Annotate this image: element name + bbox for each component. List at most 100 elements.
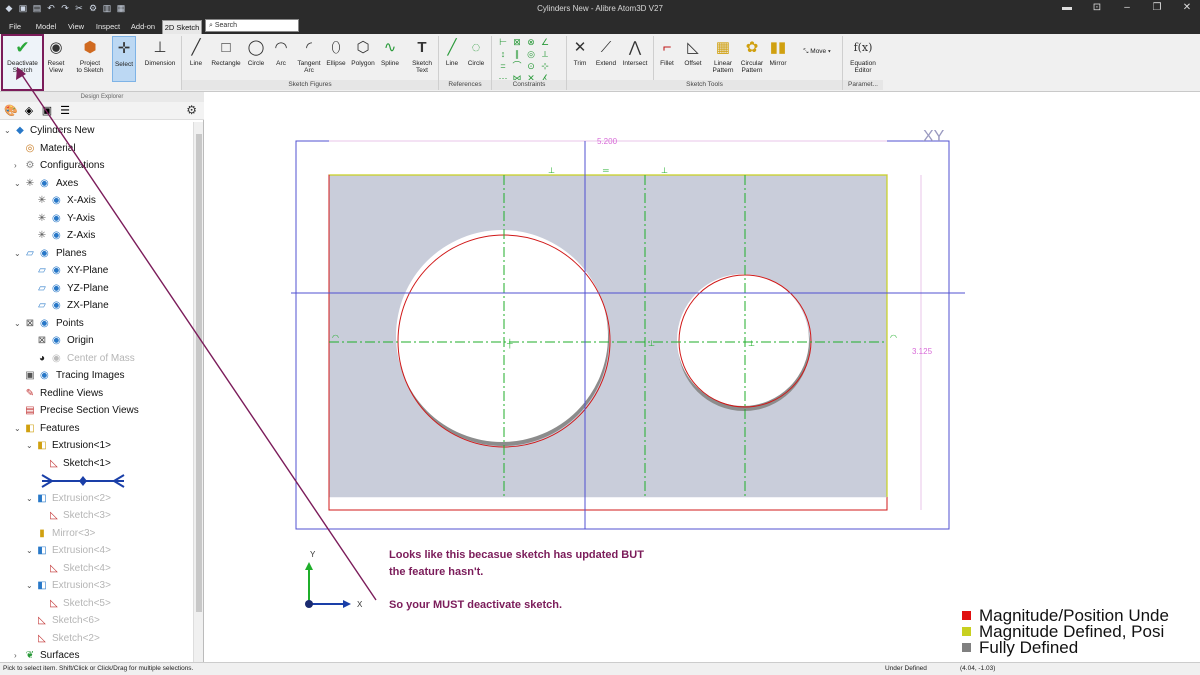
tab-inspect[interactable]: Inspect: [92, 20, 124, 34]
constraint-symbol[interactable]: ◠: [890, 333, 897, 342]
midpoint-constraint-icon[interactable]: ⊙: [524, 61, 538, 71]
tab-file[interactable]: File: [4, 20, 26, 34]
constraint-symbol[interactable]: ⊥: [648, 339, 655, 348]
line-button[interactable]: ╱ Line: [185, 36, 207, 82]
select-button[interactable]: ✛ Select: [112, 36, 136, 82]
rollback-bar[interactable]: [0, 472, 192, 490]
tree-item-planes[interactable]: ⌄ ▱ ◉ Planes: [0, 245, 192, 263]
linear-pattern-button[interactable]: ▦ Linear Pattern: [710, 36, 736, 82]
eye-icon[interactable]: ◉: [52, 350, 64, 368]
chevron-down-icon[interactable]: ⌄: [26, 577, 34, 595]
tree-item-sketch-6[interactable]: ◺ Sketch<6>: [0, 612, 192, 630]
eye-icon[interactable]: ◉: [52, 210, 64, 228]
tree-item-yz-plane[interactable]: ▱ ◉ YZ-Plane: [0, 280, 192, 298]
sketch-drawing[interactable]: XY 5.200 3.125 ⊥ ═ ⊥ ◠ ◠ ┼ ⊥ ⊥ Y X: [205, 92, 1200, 662]
chevron-down-icon[interactable]: ⌄: [14, 420, 22, 438]
eye-icon[interactable]: ◉: [52, 332, 64, 350]
restore-icon[interactable]: ⊡: [1090, 2, 1104, 13]
tree-item-extrusion-4[interactable]: ⌄ ◧ Extrusion<4>: [0, 542, 192, 560]
circle-button[interactable]: ◯ Circle: [245, 36, 267, 82]
tree-item-sketch-3[interactable]: ◺ Sketch<3>: [0, 507, 192, 525]
tree-item-y-axis[interactable]: ✳ ◉ Y-Axis: [0, 210, 192, 228]
scrollbar-thumb[interactable]: [196, 134, 202, 612]
eye-icon[interactable]: ◉: [52, 280, 64, 298]
fix-constraint-icon[interactable]: ⊗: [524, 37, 538, 47]
rollback-bar-icon[interactable]: [0, 472, 192, 489]
tree-item-zx-plane[interactable]: ▱ ◉ ZX-Plane: [0, 297, 192, 315]
arc-button[interactable]: ◠ Arc: [270, 36, 292, 82]
tree-item-sketch-5[interactable]: ◺ Sketch<5>: [0, 595, 192, 613]
perpendicular-constraint-icon[interactable]: ⟂: [538, 49, 552, 59]
dimension-button[interactable]: ⊥ Dimension: [142, 36, 178, 82]
concentric-constraint-icon[interactable]: ◎: [524, 49, 538, 59]
width-dimension[interactable]: 5.200: [597, 137, 618, 146]
equal-constraint-icon[interactable]: =: [496, 61, 510, 71]
equation-editor-button[interactable]: f(x) Equation Editor: [846, 36, 880, 82]
vertical-constraint-icon[interactable]: ↕: [496, 49, 510, 59]
tree-item-configurations[interactable]: › ⚙ Configurations: [0, 157, 192, 175]
parallel-constraint-icon[interactable]: ∥: [510, 49, 524, 59]
eye-icon[interactable]: ◉: [40, 245, 52, 263]
tree-item-precise-section-views[interactable]: ▤ Precise Section Views: [0, 402, 192, 420]
constraint-symbol[interactable]: ⊥: [548, 166, 555, 175]
minimize-icon[interactable]: –: [1120, 2, 1134, 13]
move-button[interactable]: ⤡ Move ▾: [797, 48, 837, 62]
extend-button[interactable]: ⟋ Extend: [593, 36, 619, 82]
trim-button[interactable]: ✕ Trim: [569, 36, 591, 82]
chevron-down-icon[interactable]: ⌄: [26, 490, 34, 508]
tree-item-x-axis[interactable]: ✳ ◉ X-Axis: [0, 192, 192, 210]
lock-constraint-icon[interactable]: ⊠: [510, 37, 524, 47]
tab-model[interactable]: Model: [32, 20, 60, 34]
angle-constraint-icon[interactable]: ∠: [538, 37, 552, 47]
tangent-constraint-icon[interactable]: ⌒: [510, 61, 524, 71]
chevron-right-icon[interactable]: ›: [14, 157, 22, 175]
appearance-icon[interactable]: 🎨: [4, 104, 18, 118]
reset-view-button[interactable]: ◉ Reset View: [45, 36, 67, 82]
tree-item-origin[interactable]: ⊠ ◉ Origin: [0, 332, 192, 350]
reference-line-button[interactable]: ╱ Line: [441, 36, 463, 82]
height-dimension[interactable]: 3.125: [912, 347, 933, 356]
tree-item-material[interactable]: ◎ Material: [0, 140, 192, 158]
eye-icon[interactable]: ◉: [40, 175, 52, 193]
rectangle-button[interactable]: □ Rectangle: [209, 36, 243, 82]
close-icon[interactable]: ✕: [1180, 2, 1194, 13]
tab-2d-sketch[interactable]: 2D Sketch: [162, 20, 202, 34]
chevron-down-icon[interactable]: ⌄: [4, 122, 12, 140]
tree-item-axes[interactable]: ⌄ ✳ ◉ Axes: [0, 175, 192, 193]
horizontal-constraint-icon[interactable]: ⊢: [496, 37, 510, 47]
eye-icon[interactable]: ◉: [52, 192, 64, 210]
circular-pattern-button[interactable]: ✿ Circular Pattern: [738, 36, 766, 82]
tree-item-tracing-images[interactable]: ▣ ◉ Tracing Images: [0, 367, 192, 385]
eye-icon[interactable]: ◉: [40, 315, 52, 333]
tree-item-mirror-3[interactable]: ▮ Mirror<3>: [0, 525, 192, 543]
tree-item-extrusion-1[interactable]: ⌄ ◧ Extrusion<1>: [0, 437, 192, 455]
tree-item-cylinders-new[interactable]: ⌄ ◆ Cylinders New: [0, 122, 192, 140]
chevron-down-icon[interactable]: ⌄: [26, 542, 34, 560]
constraint-symbol[interactable]: ⊥: [661, 166, 668, 175]
tree-item-extrusion-2[interactable]: ⌄ ◧ Extrusion<2>: [0, 490, 192, 508]
eye-icon[interactable]: ◉: [52, 227, 64, 245]
tangent-arc-button[interactable]: ◜ Tangent Arc: [294, 36, 324, 82]
gear-icon[interactable]: ⚙: [186, 103, 197, 117]
search-input[interactable]: ⌕ Search: [205, 19, 299, 32]
tree-item-points[interactable]: ⌄ ⊠ ◉ Points: [0, 315, 192, 333]
spline-button[interactable]: ∿ Spline: [378, 36, 402, 82]
coincident-constraint-icon[interactable]: ⊹: [538, 61, 552, 71]
mirror-button[interactable]: ▮▮ Mirror: [767, 36, 789, 82]
tree-item-center-of-mass[interactable]: ◕ ◉ Center of Mass: [0, 350, 192, 368]
tree-item-sketch-1[interactable]: ◺ Sketch<1>: [0, 455, 192, 473]
intersect-button[interactable]: ⋀ Intersect: [620, 36, 650, 82]
constraint-symbol[interactable]: ═: [602, 166, 609, 175]
tab-add-on[interactable]: Add-on: [128, 20, 158, 34]
offset-button[interactable]: ◺ Offset: [681, 36, 705, 82]
tree-item-sketch-4[interactable]: ◺ Sketch<4>: [0, 560, 192, 578]
polygon-button[interactable]: ⬡ Polygon: [350, 36, 376, 82]
reference-circle-button[interactable]: ◌ Circle: [465, 36, 487, 82]
tree-item-extrusion-3[interactable]: ⌄ ◧ Extrusion<3>: [0, 577, 192, 595]
sketch-text-button[interactable]: T Sketch Text: [408, 36, 436, 82]
fillet-button[interactable]: ⌐ Fillet: [656, 36, 678, 82]
tree-item-sketch-2[interactable]: ◺ Sketch<2>: [0, 630, 192, 648]
tree-view-icon[interactable]: ☰: [58, 104, 72, 118]
tree-item-z-axis[interactable]: ✳ ◉ Z-Axis: [0, 227, 192, 245]
project-to-sketch-button[interactable]: ⬢ Project to Sketch: [72, 36, 108, 82]
